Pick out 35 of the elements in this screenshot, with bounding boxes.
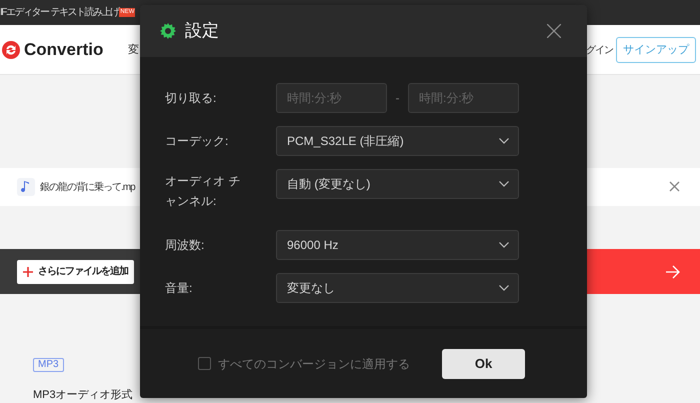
field-label: 周波数: xyxy=(165,237,206,254)
end-time-field[interactable]: 時間:分:秒 xyxy=(408,83,519,113)
apply-all-label: すべてのコンバージョンに適用する xyxy=(218,356,410,372)
nav-item[interactable]: 変 xyxy=(128,42,140,58)
close-icon[interactable] xyxy=(547,24,561,38)
top-link[interactable]: IFエディター xyxy=(0,5,48,20)
format-description: MP3オーディオ形式 xyxy=(33,388,134,403)
arrow-right-icon xyxy=(666,264,680,278)
top-link[interactable]: テキスト読み上げ xyxy=(50,5,118,20)
add-files-button[interactable]: さらにファイルを追加 xyxy=(17,260,134,284)
dropdown[interactable]: 自動 (変更なし) xyxy=(276,169,519,199)
field-label: オーディオ チャンネル: xyxy=(165,173,242,210)
field-label: 切り取る: xyxy=(165,90,218,107)
dropdown[interactable]: 96000 Hz xyxy=(276,230,519,260)
ok-button[interactable]: Ok xyxy=(442,348,525,378)
music-note-icon xyxy=(17,178,35,196)
close-icon[interactable] xyxy=(669,181,680,192)
range-separator: - xyxy=(394,90,400,107)
chevron-down-icon xyxy=(499,285,509,291)
apply-all-checkbox[interactable] xyxy=(198,357,211,370)
start-time-field[interactable]: 時間:分:秒 xyxy=(276,83,387,113)
file-name: 銀の龍の背に乗って.mp xyxy=(40,180,135,194)
login-link[interactable]: グイン xyxy=(586,43,613,58)
chevron-down-icon xyxy=(499,242,509,248)
dropdown[interactable]: 変更なし xyxy=(276,273,519,303)
gear-icon xyxy=(160,23,176,39)
plus-icon xyxy=(23,266,33,276)
dropdown[interactable]: PCM_S32LE (非圧縮) xyxy=(276,126,519,156)
field-label: コーデック: xyxy=(165,133,230,150)
dialog-title: 設定 xyxy=(185,20,219,42)
format-tag: MP3 xyxy=(33,358,64,372)
field-label: 音量: xyxy=(165,280,194,297)
chevron-down-icon xyxy=(499,138,509,144)
logo-text[interactable]: Convertio xyxy=(24,36,104,62)
chevron-down-icon xyxy=(499,181,509,187)
